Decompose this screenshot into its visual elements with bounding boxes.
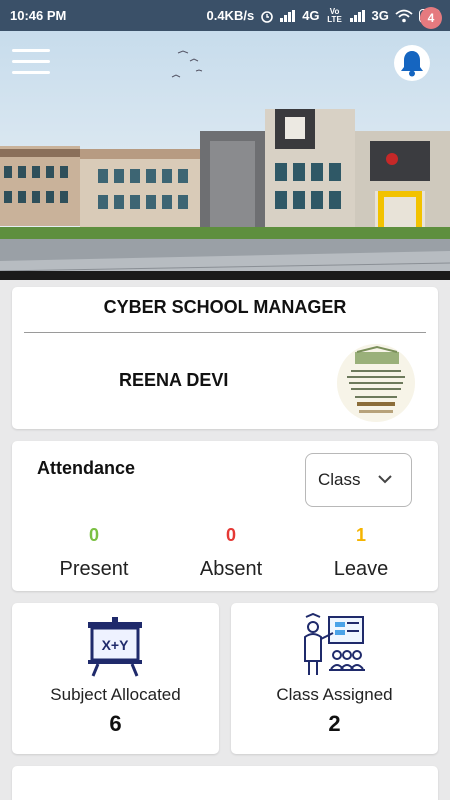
- alarm-icon: [261, 10, 273, 23]
- school-name: CYBER SCHOOL MANAGER: [103, 297, 347, 317]
- school-banner: [0, 31, 450, 280]
- class-assigned-count: 2: [328, 711, 341, 736]
- profile-card: CYBER SCHOOL MANAGER REENA DEVI: [12, 287, 438, 429]
- next-card[interactable]: [12, 766, 438, 800]
- subject-allocated-card[interactable]: X+Y Subject Allocated 6: [12, 603, 219, 754]
- present-label: Present: [59, 558, 129, 580]
- attendance-title: Attendance: [37, 458, 136, 478]
- subject-allocated-label: Subject Allocated: [50, 685, 181, 704]
- svg-text:X+Y: X+Y: [102, 637, 130, 653]
- absent-label: Absent: [199, 558, 263, 580]
- bell-icon: [401, 51, 423, 77]
- user-name: REENA DEVI: [119, 370, 229, 390]
- leave-stat: 1 Leave: [306, 525, 416, 581]
- subject-allocated-count: 6: [109, 711, 122, 736]
- present-count: 0: [88, 525, 99, 545]
- status-time: 10:46 PM: [10, 8, 67, 23]
- status-bar: 10:46 PM 0.4KB/s 4G Vo LTE 3G 62: [0, 0, 450, 31]
- network-type-2: 3G: [371, 8, 389, 23]
- signal-icon: [280, 9, 296, 22]
- notification-button[interactable]: [394, 45, 430, 81]
- divider: [24, 332, 426, 333]
- class-filter-dropdown[interactable]: Class: [305, 453, 412, 507]
- profile-photo-icon: [337, 344, 415, 422]
- class-assigned-label: Class Assigned: [276, 685, 393, 704]
- wifi-icon: [395, 9, 413, 22]
- leave-label: Leave: [333, 558, 389, 580]
- class-assigned-card[interactable]: Class Assigned 2: [231, 603, 438, 754]
- notification-badge: 4: [420, 7, 442, 29]
- absent-stat: 0 Absent: [176, 525, 286, 581]
- status-indicators: 0.4KB/s 4G Vo LTE 3G 62: [206, 6, 440, 24]
- net-speed: 0.4KB/s: [206, 8, 255, 23]
- school-building-image: [0, 31, 450, 280]
- absent-count: 0: [225, 525, 236, 545]
- menu-icon[interactable]: [12, 49, 50, 77]
- whiteboard-icon: X+Y: [88, 617, 142, 677]
- class-filter-value: Class: [318, 470, 361, 489]
- signal-icon-2: [349, 9, 365, 22]
- teacher-presentation-icon: [304, 613, 365, 675]
- network-type-1: 4G: [302, 8, 320, 23]
- avatar[interactable]: [337, 344, 415, 422]
- present-stat: 0 Present: [39, 525, 149, 581]
- leave-count: 1: [355, 525, 366, 545]
- attendance-card: Attendance Class 0 Present 0 Absent 1 Le…: [12, 441, 438, 591]
- volte-label: Vo LTE: [327, 6, 342, 24]
- chevron-down-icon: [378, 475, 392, 484]
